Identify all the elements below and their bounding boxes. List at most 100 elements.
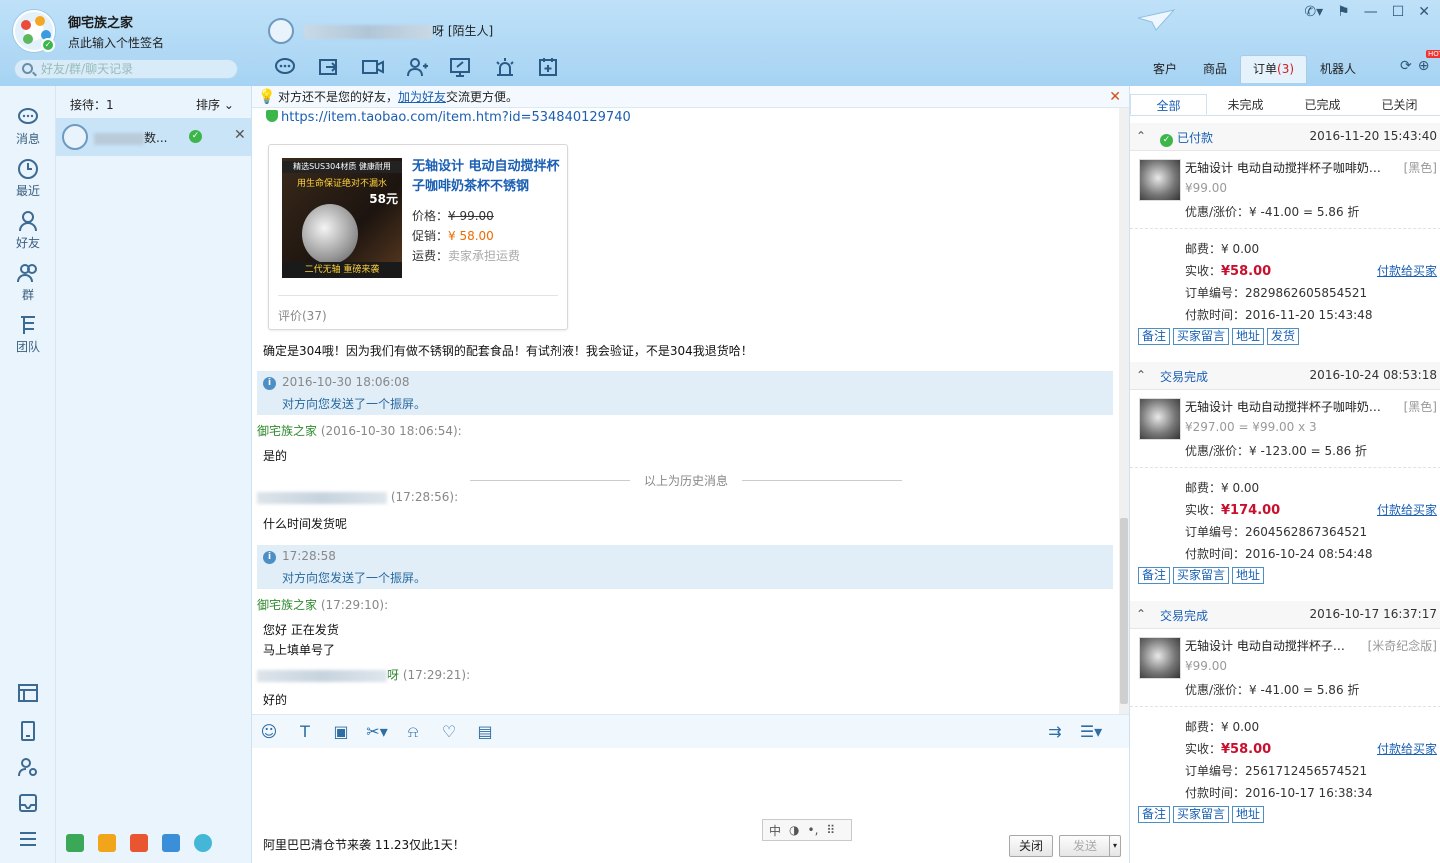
item-thumbnail[interactable] (1139, 637, 1181, 679)
add-plugin-icon[interactable]: ⊕ (1418, 58, 1430, 74)
shop-icon[interactable] (130, 834, 148, 852)
note-button[interactable]: 备注 (1138, 567, 1171, 584)
address-button[interactable]: 地址 (1232, 806, 1265, 823)
user-avatar[interactable]: ✓ (13, 10, 55, 52)
order-item[interactable]: 无轴设计 电动自动搅拌杯子咖... [米奇纪念版] ¥99.00 优惠/涨价：¥… (1130, 629, 1440, 707)
chat-app-icon[interactable] (194, 834, 212, 852)
app-shortcut-icon[interactable] (66, 834, 84, 852)
add-friend-link[interactable]: 加为好友 (398, 90, 446, 104)
contact-avatar[interactable] (268, 18, 294, 44)
conversation-item[interactable]: 数... ✓ ✕ (56, 118, 252, 156)
calculator-icon[interactable]: ▤ (474, 722, 496, 742)
pay-buyer-link[interactable]: 付款给买家 (1377, 501, 1437, 518)
pin-icon[interactable]: ⚑ (1337, 4, 1350, 20)
chat-bubble-icon[interactable] (268, 55, 302, 79)
refresh-icon[interactable]: ⟳ (1400, 58, 1412, 74)
nav-groups[interactable]: 群 (0, 262, 56, 303)
send-button[interactable]: 发送 (1059, 835, 1111, 857)
note-button[interactable]: 备注 (1138, 806, 1171, 823)
pay-buyer-link[interactable]: 付款给买家 (1377, 740, 1437, 757)
tab-orders[interactable]: 订单(3) (1240, 55, 1308, 83)
item-thumbnail[interactable] (1139, 159, 1181, 201)
nav-team[interactable]: 团队 (0, 314, 56, 355)
screenshot-icon[interactable]: ✂▾ (366, 722, 388, 742)
font-icon[interactable]: T (294, 722, 316, 742)
address-button[interactable]: 地址 (1232, 567, 1265, 584)
item-title[interactable]: 无轴设计 电动自动搅拌杯子咖啡奶茶... (1185, 398, 1385, 415)
video-call-icon[interactable] (356, 55, 390, 79)
nav-messages[interactable]: 消息 (0, 106, 56, 147)
ime-toolbar[interactable]: 中 ◑ •, ⠿ (762, 819, 852, 841)
product-title[interactable]: 无轴设计 电动自动搅拌杯子咖啡奶茶杯不锈钢 (412, 157, 562, 197)
buyer-message-button[interactable]: 买家留言 (1173, 567, 1230, 584)
nav-menu[interactable] (0, 828, 56, 852)
order-header[interactable]: ⌃ ✓ 已付款 2016-11-20 15:43:40 (1130, 123, 1440, 151)
remote-assist-icon[interactable] (488, 55, 522, 79)
tab-goods[interactable]: 商品 (1190, 55, 1240, 83)
product-card[interactable]: 精选SUS304材质 健康耐用 用生命保证绝对不漏水 58元 二代无轴 重磅来袭… (268, 144, 568, 330)
tab-closed[interactable]: 已关闭 (1361, 94, 1438, 115)
chat-scrollbar[interactable] (1119, 108, 1129, 714)
app-shortcut-icon[interactable] (162, 834, 180, 852)
address-button[interactable]: 地址 (1232, 328, 1265, 345)
shake-icon[interactable]: ⍾ (402, 722, 424, 742)
item-title[interactable]: 无轴设计 电动自动搅拌杯子咖啡奶茶... (1185, 159, 1385, 176)
image-icon[interactable]: ▣ (330, 722, 352, 742)
tab-unfinished[interactable]: 未完成 (1207, 94, 1284, 115)
online-status-icon[interactable]: ✓ (41, 38, 55, 52)
pay-buyer-link[interactable]: 付款给买家 (1377, 262, 1437, 279)
ship-button[interactable]: 发货 (1267, 328, 1300, 345)
order-item[interactable]: 无轴设计 电动自动搅拌杯子咖啡奶茶... [黑色] ¥297.00 = ¥99.… (1130, 390, 1440, 468)
quick-reply-icon[interactable]: ⇉ (1044, 722, 1066, 742)
app-shortcut-icon[interactable] (98, 834, 116, 852)
nav-mobile[interactable] (0, 720, 56, 744)
emoji-icon[interactable]: ☺ (258, 722, 280, 742)
item-link[interactable]: https://item.taobao.com/item.htm?id=5348… (266, 110, 631, 125)
lightbulb-icon: 💡 (258, 89, 276, 105)
sort-dropdown[interactable]: 排序 ⌄ (196, 96, 234, 113)
tab-robot[interactable]: 机器人 (1307, 55, 1369, 83)
phone-icon[interactable]: ✆▾ (1304, 4, 1323, 20)
add-contact-icon[interactable] (400, 55, 434, 79)
order-status: ✓ 已付款 (1160, 129, 1213, 147)
maximize-icon[interactable]: ☐ (1392, 4, 1405, 20)
product-image[interactable]: 精选SUS304材质 健康耐用 用生命保证绝对不漏水 58元 二代无轴 重磅来袭 (282, 158, 402, 278)
item-title[interactable]: 无轴设计 电动自动搅拌杯子咖... (1185, 637, 1355, 654)
buyer-message-button[interactable]: 买家留言 (1173, 806, 1230, 823)
buyer-message-button[interactable]: 买家留言 (1173, 328, 1230, 345)
screen-share-icon[interactable] (444, 55, 478, 79)
heart-icon[interactable]: ♡ (438, 722, 460, 742)
order-header[interactable]: ⌃ 交易完成 2016-10-17 16:37:17 (1130, 601, 1440, 629)
nav-contact-settings[interactable] (0, 756, 56, 780)
close-button[interactable]: 关闭 (1009, 835, 1053, 857)
collapse-icon[interactable]: ⌃ (1136, 368, 1146, 382)
history-record-icon[interactable]: ☰▾ (1080, 722, 1102, 742)
order-date: 2016-10-17 16:37:17 (1309, 607, 1437, 621)
collapse-icon[interactable]: ⌃ (1136, 607, 1146, 621)
promo-text[interactable]: 阿里巴巴清仓节来袭 11.23仅此1天！ (263, 836, 465, 853)
send-file-icon[interactable] (312, 55, 346, 79)
scrollbar-thumb[interactable] (1120, 518, 1128, 704)
minimize-icon[interactable]: — (1364, 4, 1378, 20)
tab-finished[interactable]: 已完成 (1284, 94, 1361, 115)
nav-inbox[interactable] (0, 792, 56, 816)
nav-recent[interactable]: 最近 (0, 158, 56, 199)
tab-all-orders[interactable]: 全部 (1130, 94, 1207, 115)
collapse-icon[interactable]: ⌃ (1136, 129, 1146, 143)
schedule-icon[interactable] (532, 55, 566, 79)
order-header[interactable]: ⌃ 交易完成 2016-10-24 08:53:18 (1130, 362, 1440, 390)
team-icon (21, 316, 35, 334)
product-reviews[interactable]: 评价(37) (278, 307, 327, 324)
tab-customer[interactable]: 客户 (1140, 55, 1190, 83)
note-button[interactable]: 备注 (1138, 328, 1171, 345)
nav-friends[interactable]: 好友 (0, 210, 56, 251)
send-options-dropdown[interactable]: ▾ (1109, 835, 1121, 857)
signature-input[interactable]: 点此输入个性签名 (68, 34, 164, 51)
order-item[interactable]: 无轴设计 电动自动搅拌杯子咖啡奶茶... [黑色] ¥99.00 优惠/涨价：¥… (1130, 151, 1440, 229)
item-thumbnail[interactable] (1139, 398, 1181, 440)
nav-calendar[interactable] (0, 682, 56, 706)
close-conversation-icon[interactable]: ✕ (234, 127, 246, 143)
close-icon[interactable]: ✕ (1418, 4, 1430, 20)
close-notice-icon[interactable]: ✕ (1109, 86, 1121, 108)
search-input[interactable]: 好友/群/聊天记录 (14, 59, 238, 79)
